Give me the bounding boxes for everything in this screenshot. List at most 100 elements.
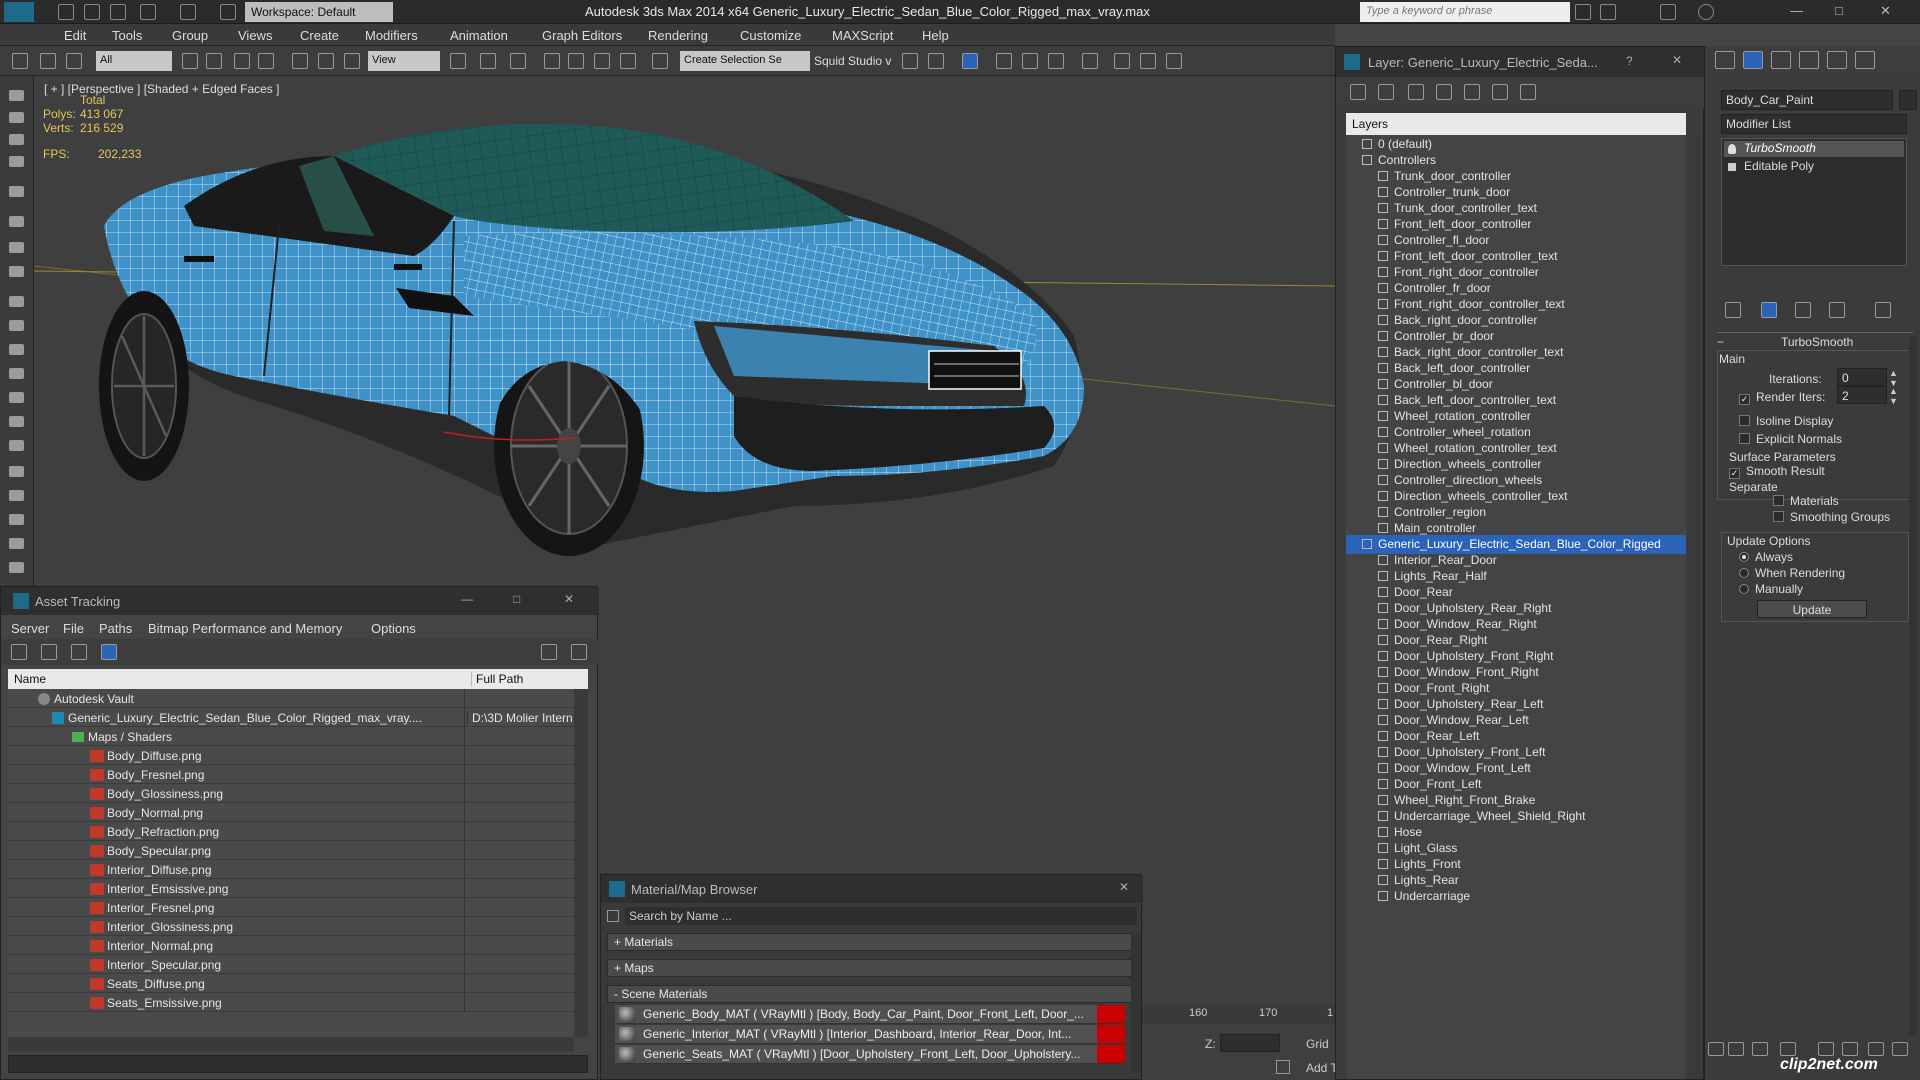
play-back-icon[interactable] (1708, 1042, 1724, 1056)
list-item[interactable]: Body_Fresnel.png (8, 765, 574, 784)
rect-selection-icon[interactable] (234, 53, 250, 69)
tool-icon-6[interactable] (9, 216, 24, 227)
list-item[interactable]: Seats_Emsissive.png (8, 993, 574, 1012)
asset-vertical-scrollbar[interactable] (574, 689, 588, 1037)
show-end-result-icon[interactable] (1761, 302, 1777, 318)
settings-icon[interactable] (571, 644, 587, 660)
app-logo-icon[interactable] (4, 2, 34, 22)
smoothing-groups-checkbox[interactable]: Smoothing Groups (1773, 510, 1890, 524)
menu-help[interactable]: Help (922, 28, 949, 43)
configure-sets-icon[interactable] (1875, 302, 1891, 318)
expand-icon[interactable] (1728, 163, 1736, 171)
asset-menu-paths[interactable]: Paths (99, 621, 132, 636)
list-view-icon[interactable] (41, 644, 57, 660)
render-iters-checkbox[interactable]: ✓ Render Iters: (1739, 390, 1825, 405)
highlight-layer-icon[interactable] (1492, 84, 1508, 100)
tool-icon-12[interactable] (9, 368, 24, 379)
rollout-header-turbosmooth[interactable]: − TurboSmooth (1717, 332, 1913, 350)
search-options-icon[interactable] (607, 910, 619, 922)
schematic-view-icon[interactable] (1048, 53, 1064, 69)
menu-customize[interactable]: Customize (740, 28, 801, 43)
asset-menu-file[interactable]: File (63, 621, 84, 636)
isoline-display-checkbox[interactable]: Isoline Display (1739, 414, 1833, 428)
display-tab-icon[interactable] (1827, 51, 1847, 69)
help-tracking-icon[interactable] (541, 644, 557, 660)
move-icon[interactable] (292, 53, 308, 69)
list-item[interactable]: Interior_Specular.png (8, 955, 574, 974)
rollout-collapse-icon[interactable]: − (1717, 335, 1724, 349)
angle-snap-icon[interactable] (568, 53, 584, 69)
render-iters-spinner-arrows-icon[interactable]: ▲ ▼ (1889, 386, 1898, 406)
snaps-icon[interactable] (544, 53, 560, 69)
unlink-icon[interactable] (40, 53, 56, 69)
list-item[interactable]: Interior_Normal.png (8, 936, 574, 955)
material-browser-scrollbar[interactable] (1131, 933, 1141, 1073)
select-in-layer-icon[interactable] (1464, 84, 1480, 100)
create-layer-icon[interactable] (1408, 84, 1424, 100)
edit-named-sets-icon[interactable] (652, 53, 668, 69)
material-editor-icon[interactable] (1082, 53, 1098, 69)
lock-icon[interactable] (1276, 1060, 1290, 1074)
explicit-normals-checkbox[interactable]: Explicit Normals (1739, 432, 1842, 446)
manually-radio[interactable]: Manually (1739, 582, 1803, 596)
tool-icon-8[interactable] (9, 266, 24, 277)
hierarchy-tab-icon[interactable] (1771, 51, 1791, 69)
tool-icon-10[interactable] (9, 320, 24, 331)
object-color-swatch[interactable] (1899, 90, 1917, 110)
asset-minimize-icon[interactable]: — (461, 592, 473, 606)
bind-space-warp-icon[interactable] (66, 53, 82, 69)
always-radio[interactable]: Always (1739, 550, 1793, 564)
list-item[interactable]: Interior_Emsissive.png (8, 879, 574, 898)
rotate-icon[interactable] (318, 53, 334, 69)
select-object-icon[interactable] (182, 53, 198, 69)
manipulate-icon[interactable] (480, 53, 496, 69)
tool-icon-15[interactable] (9, 440, 24, 451)
asset-horizontal-scrollbar[interactable] (8, 1037, 574, 1051)
tool-icon-11[interactable] (9, 344, 24, 355)
menu-modifiers[interactable]: Modifiers (365, 28, 418, 43)
update-button[interactable]: Update (1757, 600, 1867, 618)
select-by-name-icon[interactable] (206, 53, 222, 69)
help-icon[interactable] (1698, 4, 1714, 20)
table-view-icon[interactable] (101, 644, 117, 660)
graphite-ribbon-icon[interactable] (996, 53, 1012, 69)
pivot-icon[interactable] (450, 53, 466, 69)
tool-icon-3[interactable] (9, 134, 24, 145)
tool-icon-2[interactable] (9, 112, 24, 123)
iterations-spinner[interactable]: 0 (1837, 368, 1887, 386)
add-to-layer-icon[interactable] (1436, 84, 1452, 100)
link-icon[interactable] (12, 53, 28, 69)
orbit-icon[interactable] (1892, 1042, 1908, 1056)
delete-layer-icon[interactable] (1378, 84, 1394, 100)
layer-close-icon[interactable]: ✕ (1672, 53, 1682, 67)
minimize-icon[interactable]: — (1790, 3, 1803, 18)
menu-maxscript[interactable]: MAXScript (832, 28, 893, 43)
tool-icon-1[interactable] (9, 90, 24, 101)
asset-list[interactable]: Autodesk Vault Generic_Luxury_Electric_S… (8, 689, 574, 1037)
scene-material-row[interactable]: Generic_Body_MAT ( VRayMtl ) [Body, Body… (615, 1005, 1125, 1024)
list-item[interactable]: Seats_Diffuse.png (8, 974, 574, 993)
tools-icon[interactable] (1600, 4, 1616, 20)
menu-create[interactable]: Create (300, 28, 339, 43)
list-item[interactable]: Generic_Luxury_Electric_Sedan_Blue_Color… (8, 708, 574, 727)
column-full-path[interactable]: Full Path (471, 672, 523, 686)
iterations-spinner-arrows-icon[interactable]: ▲ ▼ (1889, 368, 1898, 388)
layer-item[interactable]: Undercarriage (1346, 887, 1686, 906)
tool-icon-20[interactable] (9, 562, 24, 573)
squid-studio-label[interactable]: Squid Studio v (814, 54, 891, 68)
add-time-tag[interactable]: Add T (1306, 1061, 1338, 1075)
material-search-input[interactable]: Search by Name ... (625, 907, 1137, 925)
refresh-icon[interactable] (11, 644, 27, 660)
modifier-stack[interactable]: TurboSmooth Editable Poly (1721, 138, 1907, 266)
create-tab-icon[interactable] (1715, 51, 1735, 69)
coordinate-z-field[interactable] (1220, 1034, 1280, 1052)
menu-graph-editors[interactable]: Graph Editors (542, 28, 622, 43)
asset-close-icon[interactable]: ✕ (564, 592, 574, 606)
modify-tab-icon[interactable] (1743, 51, 1763, 69)
layer-help-icon[interactable]: ? (1626, 54, 1633, 68)
list-item[interactable]: Body_Specular.png (8, 841, 574, 860)
percent-snap-icon[interactable] (594, 53, 610, 69)
end-icon[interactable] (1780, 1042, 1796, 1056)
new-file-icon[interactable] (58, 4, 74, 20)
menu-animation[interactable]: Animation (450, 28, 508, 43)
